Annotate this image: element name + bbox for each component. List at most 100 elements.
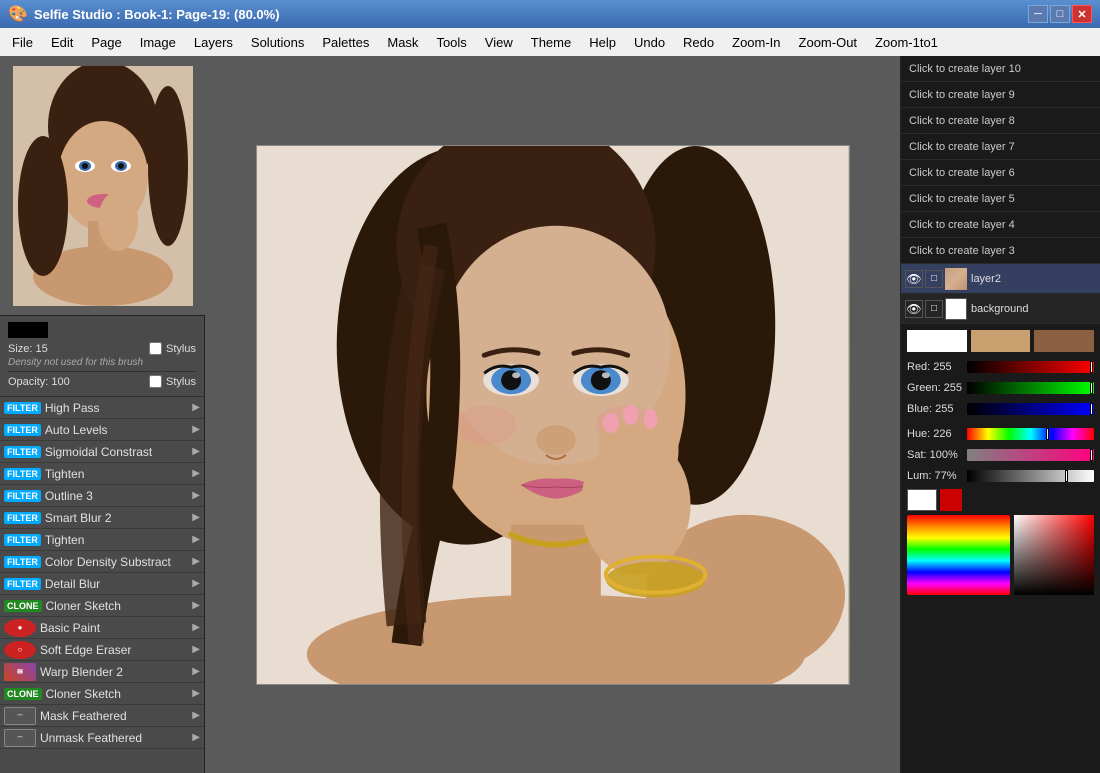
green-slider[interactable] [967,382,1094,394]
blue-slider[interactable] [967,403,1094,415]
color-swatch-brown[interactable] [1034,330,1094,352]
menu-item-zoom-out[interactable]: Zoom-Out [791,33,866,52]
layer-create-btn-3[interactable]: Click to create layer 3 [901,238,1100,264]
tool-item[interactable]: FILTER Tighten ▶ [0,529,204,551]
lock-icon: □ [931,273,937,284]
canvas-image[interactable] [256,145,850,685]
tool-arrow: ▶ [192,666,200,677]
brush-color-swatch[interactable] [8,322,48,338]
menu-item-edit[interactable]: Edit [43,33,81,52]
tool-name: Cloner Sketch [46,687,193,701]
menu-item-view[interactable]: View [477,33,521,52]
tool-item[interactable]: ● Basic Paint ▶ [0,617,204,639]
tool-item[interactable]: FILTER High Pass ▶ [0,397,204,419]
tool-name: Outline 3 [45,489,192,503]
menu-item-tools[interactable]: Tools [428,33,474,52]
layer-name: layer2 [971,273,1096,285]
tool-name: Tighten [45,467,192,481]
red-label: Red: 255 [907,361,967,373]
minimize-button[interactable]: ─ [1028,5,1048,23]
menu-item-file[interactable]: File [4,33,41,52]
size-stylus-checkbox[interactable] [149,342,162,355]
tool-arrow: ▶ [192,600,200,611]
tool-item[interactable]: ≋ Warp Blender 2 ▶ [0,661,204,683]
red-slider[interactable] [967,361,1094,373]
menu-item-palettes[interactable]: Palettes [314,33,377,52]
menu-item-undo[interactable]: Undo [626,33,673,52]
color-gradient[interactable] [1014,515,1094,595]
tool-item[interactable]: CLONE Cloner Sketch ▶ [0,595,204,617]
app-icon: 🎨 [8,4,28,24]
filter-badge: FILTER [4,534,41,546]
layer-visibility-icon[interactable]: 👁 [905,270,923,288]
layer-row-background[interactable]: 👁 □ background [901,294,1100,324]
layer-create-btn-8[interactable]: Click to create layer 8 [901,108,1100,134]
layer-create-btn-5[interactable]: Click to create layer 5 [901,186,1100,212]
menu-item-zoom-1to1[interactable]: Zoom-1to1 [867,33,946,52]
color-spectrum[interactable] [907,515,1010,595]
small-swatches [907,489,1094,511]
maximize-button[interactable]: □ [1050,5,1070,23]
menu-item-zoom-in[interactable]: Zoom-In [724,33,788,52]
filter-badge: FILTER [4,578,41,590]
tool-item[interactable]: ~ Mask Feathered ▶ [0,705,204,727]
menu-item-mask[interactable]: Mask [379,33,426,52]
layer-lock-icon[interactable]: □ [925,270,943,288]
layer-thumbnail [945,298,967,320]
layer-row-layer2[interactable]: 👁 □ layer2 [901,264,1100,294]
tool-item[interactable]: CLONE Cloner Sketch ▶ [0,683,204,705]
menu-item-help[interactable]: Help [581,33,624,52]
hue-slider[interactable] [967,428,1094,440]
layer-lock-icon[interactable]: □ [925,300,943,318]
tool-item[interactable]: ~ Unmask Feathered ▶ [0,727,204,749]
close-button[interactable]: ✕ [1072,5,1092,23]
layer-visibility-icon[interactable]: 👁 [905,300,923,318]
tool-item[interactable]: FILTER Tighten ▶ [0,463,204,485]
layer-create-btn-10[interactable]: Click to create layer 10 [901,56,1100,82]
tool-name: Sigmoidal Constrast [45,445,192,459]
menu-item-page[interactable]: Page [83,33,129,52]
tool-item[interactable]: FILTER Smart Blur 2 ▶ [0,507,204,529]
layer-create-btn-9[interactable]: Click to create layer 9 [901,82,1100,108]
small-swatch-white[interactable] [907,489,937,511]
filter-badge: FILTER [4,512,41,524]
tool-name: Unmask Feathered [40,731,192,745]
menu-item-redo[interactable]: Redo [675,33,722,52]
tool-arrow: ▶ [192,490,200,501]
filter-badge: FILTER [4,402,41,414]
tool-item[interactable]: FILTER Auto Levels ▶ [0,419,204,441]
layer-create-btn-6[interactable]: Click to create layer 6 [901,160,1100,186]
tool-item[interactable]: FILTER Detail Blur ▶ [0,573,204,595]
color-swatch-white[interactable] [907,330,967,352]
opacity-stylus-checkbox[interactable] [149,375,162,388]
size-stylus-label: Stylus [166,343,196,355]
tool-name: Cloner Sketch [46,599,193,613]
lum-slider[interactable] [967,470,1094,482]
clone-badge: CLONE [4,688,42,700]
titlebar-title: Selfie Studio : Book-1: Page-19: (80.0%) [34,7,280,22]
canvas-area[interactable] [205,56,900,773]
small-swatch-red[interactable] [940,489,962,511]
sat-slider[interactable] [967,449,1094,461]
eye-icon: 👁 [906,272,921,286]
tool-arrow: ▶ [192,446,200,457]
tool-name: Color Density Substract [45,555,192,569]
menu-item-layers[interactable]: Layers [186,33,241,52]
menu-item-image[interactable]: Image [132,33,184,52]
color-swatch-skin[interactable] [971,330,1031,352]
lum-label: Lum: 77% [907,470,967,482]
layer-create-btn-7[interactable]: Click to create layer 7 [901,134,1100,160]
titlebar-controls: ─ □ ✕ [1028,5,1092,23]
color-section: Red: 255 Green: 255 Blue: 255 H [901,324,1100,601]
tool-item[interactable]: ○ Soft Edge Eraser ▶ [0,639,204,661]
tool-item[interactable]: FILTER Sigmoidal Constrast ▶ [0,441,204,463]
layer-create-btn-4[interactable]: Click to create layer 4 [901,212,1100,238]
left-panel: Size: 15 Stylus Density not used for thi… [0,56,205,773]
size-label: Size: 15 [8,343,48,355]
tool-item[interactable]: FILTER Color Density Substract ▶ [0,551,204,573]
blue-slider-row: Blue: 255 [907,400,1094,418]
tool-item[interactable]: FILTER Outline 3 ▶ [0,485,204,507]
tool-arrow: ▶ [192,578,200,589]
menu-item-theme[interactable]: Theme [523,33,579,52]
menu-item-solutions[interactable]: Solutions [243,33,312,52]
